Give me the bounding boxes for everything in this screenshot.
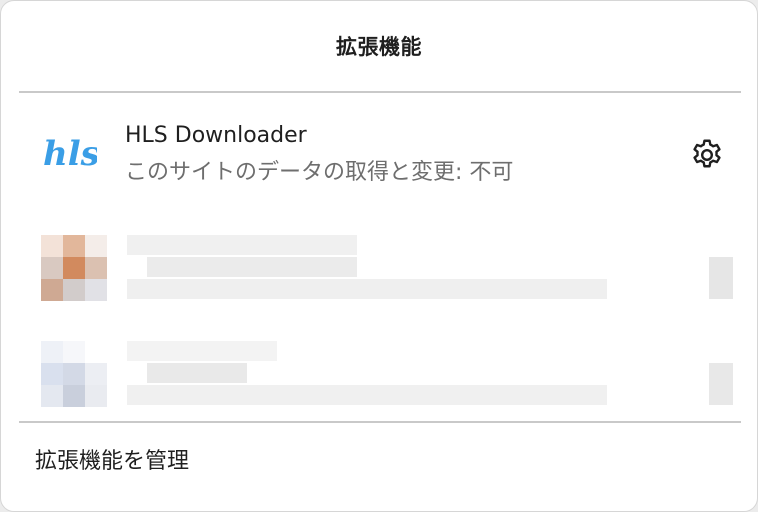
redacted-text	[147, 257, 357, 277]
redacted-text	[709, 257, 733, 299]
redacted-icon-pixel	[41, 235, 63, 257]
redacted-extension-item[interactable]	[19, 323, 739, 419]
redacted-icon-pixel	[41, 385, 63, 407]
redacted-icon-pixel	[41, 257, 63, 279]
redacted-icon-pixel	[41, 363, 63, 385]
redacted-icon-pixel	[85, 235, 107, 257]
redacted-text	[127, 341, 277, 361]
redacted-icon-pixel	[41, 341, 63, 363]
redacted-text	[709, 363, 733, 405]
redacted-text	[127, 279, 607, 299]
extension-name: HLS Downloader	[125, 123, 307, 148]
divider	[19, 91, 741, 93]
redacted-icon-pixel	[85, 385, 107, 407]
redacted-icon-pixel	[63, 257, 85, 279]
redacted-icon-pixel	[85, 363, 107, 385]
extension-site-access: このサイトのデータの取得と変更: 不可	[125, 160, 514, 185]
gear-icon[interactable]	[689, 137, 725, 173]
redacted-icon-pixel	[85, 257, 107, 279]
extensions-panel: 拡張機能 hls HLS Downloader このサイトのデータの取得と変更:…	[0, 0, 758, 512]
redacted-icon-pixel	[41, 279, 63, 301]
hls-logo-text: hls	[43, 134, 97, 174]
divider	[19, 421, 741, 423]
redacted-icon-pixel	[63, 341, 85, 363]
redacted-icon-pixel	[63, 279, 85, 301]
panel-title: 拡張機能	[336, 35, 422, 59]
redacted-text	[147, 363, 247, 383]
redacted-icon-pixel	[63, 385, 85, 407]
redacted-icon-pixel	[85, 279, 107, 301]
redacted-extension-item[interactable]	[19, 219, 739, 315]
hls-logo-icon: hls	[43, 134, 97, 174]
redacted-icon-pixel	[63, 235, 85, 257]
manage-extensions-button[interactable]: 拡張機能を管理	[35, 443, 189, 475]
redacted-text	[127, 235, 357, 255]
redacted-icon-pixel	[63, 363, 85, 385]
extension-item-hls-downloader[interactable]: hls HLS Downloader このサイトのデータの取得と変更: 不可	[1, 109, 757, 195]
redacted-text	[127, 385, 607, 405]
